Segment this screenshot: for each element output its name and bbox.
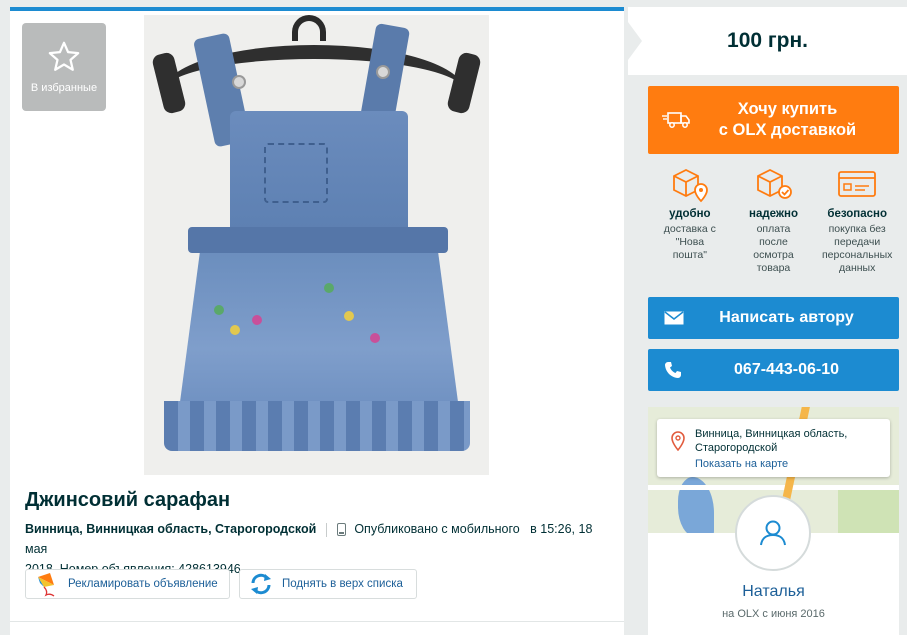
card-icon bbox=[838, 171, 877, 197]
benefit-desc: покупка без передачи персональных данных bbox=[821, 223, 893, 274]
price-box: 100 грн. bbox=[628, 7, 907, 75]
add-to-favorites-button[interactable]: В избранные bbox=[22, 23, 106, 111]
star-icon bbox=[48, 41, 80, 71]
delivery-benefits: удобно доставка с "Нова пошта" надежно о… bbox=[648, 164, 899, 284]
map-pin-icon bbox=[671, 431, 685, 455]
seller-location: Винница, Винницкая область, Старогородск… bbox=[695, 428, 848, 454]
dress-button bbox=[376, 65, 390, 79]
listing-location[interactable]: Винница, Винницкая область, Старогородск… bbox=[25, 522, 316, 536]
dress-button bbox=[232, 75, 246, 89]
truck-icon bbox=[662, 110, 692, 135]
embroidery-flower bbox=[344, 311, 354, 321]
published-via: Опубликовано с мобильного bbox=[354, 522, 520, 536]
buy-label-line1: Хочу купить bbox=[737, 100, 838, 118]
favorites-label: В избранные bbox=[30, 82, 98, 94]
dress-ruffle bbox=[164, 401, 470, 451]
embroidery-flower bbox=[252, 315, 262, 325]
meta-divider bbox=[326, 522, 328, 537]
benefit-title: безопасно bbox=[827, 208, 888, 220]
promote-label: Рекламировать объявление bbox=[68, 578, 218, 590]
message-author-button[interactable]: Написать автору bbox=[648, 297, 899, 339]
listing-title: Джинсовий сарафан bbox=[25, 489, 231, 511]
listing-photo[interactable] bbox=[144, 15, 489, 475]
buy-with-delivery-button[interactable]: Хочу купить с OLX доставкой bbox=[648, 86, 899, 154]
hanger-hook bbox=[292, 15, 326, 41]
seller-card: Винница, Винницкая область, Старогородск… bbox=[648, 407, 899, 635]
price-notch bbox=[628, 22, 642, 60]
phone-number: 067-443-06-10 bbox=[734, 361, 839, 378]
listing-card: В избранные Джинсовий сарафан Винница, В… bbox=[10, 7, 624, 635]
embroidery-flower bbox=[214, 305, 224, 315]
benefit-convenient: удобно доставка с "Нова пошта" bbox=[648, 164, 732, 284]
benefit-desc: оплата после осмотра товара bbox=[753, 223, 794, 274]
bump-listing-button[interactable]: Поднять в верх списка bbox=[239, 569, 417, 599]
box-location-icon bbox=[672, 168, 708, 203]
hanger-clip bbox=[446, 51, 482, 115]
map-park bbox=[838, 487, 899, 533]
promote-listing-button[interactable]: Рекламировать объявление bbox=[25, 569, 230, 599]
dress-skirt bbox=[178, 247, 460, 417]
map-road bbox=[648, 485, 899, 490]
embroidery-flower bbox=[230, 325, 240, 335]
dress-pocket bbox=[264, 143, 328, 203]
embroidery-flower bbox=[370, 333, 380, 343]
benefit-desc: доставка с "Нова пошта" bbox=[663, 223, 716, 261]
benefit-reliable: надежно оплата после осмотра товара bbox=[732, 164, 816, 284]
location-bubble: Винница, Винницкая область, Старогородск… bbox=[657, 419, 890, 477]
embroidery-flower bbox=[324, 283, 334, 293]
show-phone-button[interactable]: 067-443-06-10 bbox=[648, 349, 899, 391]
member-since: на OLX с июня 2016 bbox=[722, 608, 825, 620]
card-divider bbox=[10, 621, 624, 622]
benefit-safe: безопасно покупка без передачи персональ… bbox=[815, 164, 899, 284]
seller-name[interactable]: Наталья bbox=[648, 583, 899, 601]
price-value: 100 грн. bbox=[727, 29, 808, 52]
user-icon bbox=[760, 520, 786, 546]
avatar[interactable] bbox=[735, 495, 811, 571]
phone-icon bbox=[664, 361, 682, 379]
show-on-map-link[interactable]: Показать на карте bbox=[695, 457, 884, 471]
box-check-icon bbox=[756, 168, 792, 199]
benefit-title: надежно bbox=[749, 208, 799, 220]
dress-waistband bbox=[188, 227, 448, 253]
buy-label-line2: с OLX доставкой bbox=[718, 121, 857, 139]
refresh-icon bbox=[248, 571, 274, 597]
benefit-title: удобно bbox=[669, 208, 711, 220]
bump-label: Поднять в верх списка bbox=[282, 578, 403, 590]
envelope-icon bbox=[664, 311, 684, 325]
message-author-label: Написать автору bbox=[719, 309, 854, 326]
mobile-icon bbox=[337, 523, 347, 537]
kite-icon bbox=[34, 571, 60, 597]
